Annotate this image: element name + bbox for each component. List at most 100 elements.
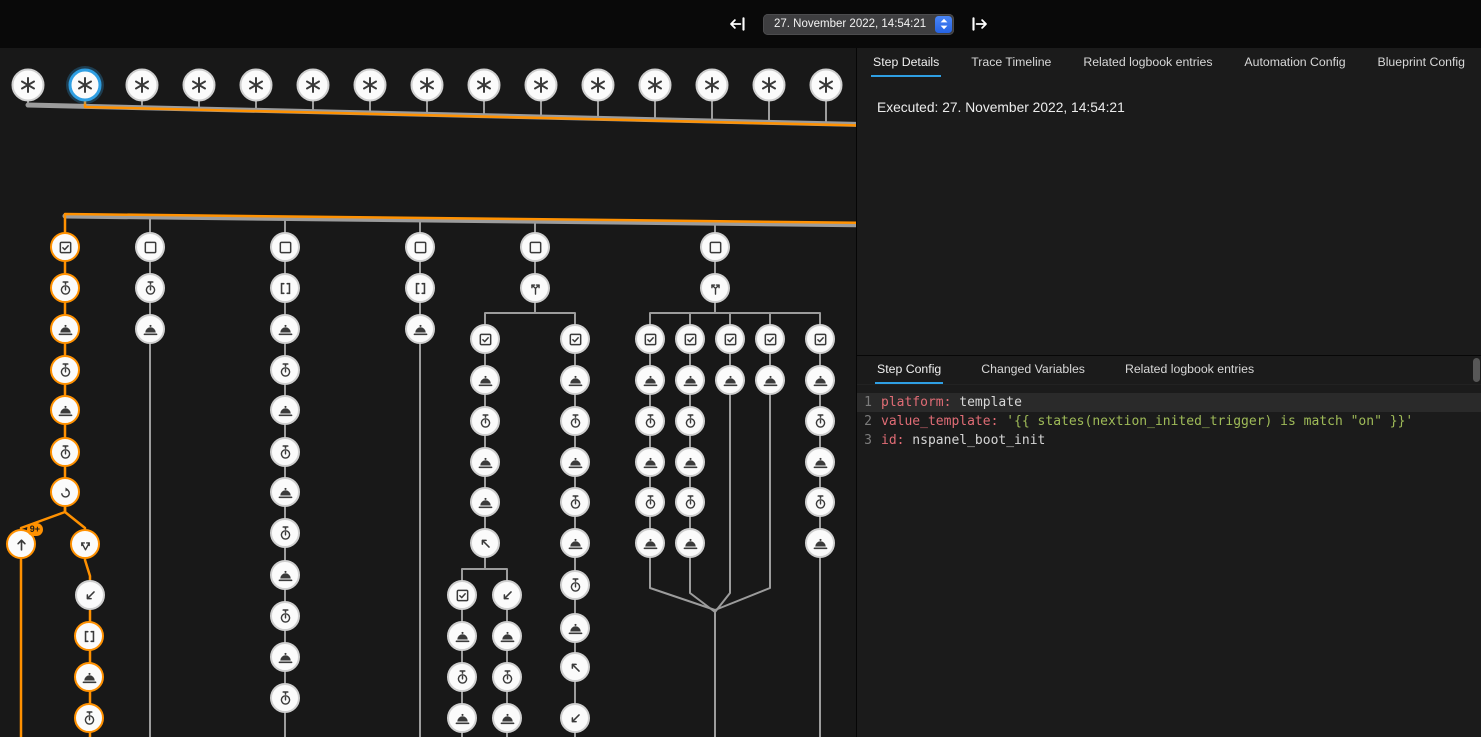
node-service[interactable]	[135, 314, 165, 344]
node-service[interactable]	[675, 447, 705, 477]
node-service[interactable]	[675, 528, 705, 558]
node-service[interactable]	[50, 314, 80, 344]
node-asterisk[interactable]	[297, 69, 330, 102]
node-service[interactable]	[270, 642, 300, 672]
node-repeat[interactable]	[50, 477, 80, 507]
node-timer[interactable]	[560, 570, 590, 600]
node-timer[interactable]	[270, 518, 300, 548]
node-timer[interactable]	[805, 406, 835, 436]
next-trace-button[interactable]	[967, 12, 991, 36]
node-asterisk[interactable]	[753, 69, 786, 102]
node-asterisk[interactable]	[411, 69, 444, 102]
node-asterisk[interactable]	[12, 69, 45, 102]
scrollbar-thumb[interactable]	[1473, 358, 1480, 382]
node-timer[interactable]	[635, 487, 665, 517]
node-asterisk[interactable]	[696, 69, 729, 102]
node-arrow-up-left[interactable]	[470, 528, 500, 558]
node-service[interactable]	[560, 528, 590, 558]
node-asterisk[interactable]	[183, 69, 216, 102]
node-service[interactable]	[470, 365, 500, 395]
node-service[interactable]	[715, 365, 745, 395]
node-asterisk[interactable]	[810, 69, 843, 102]
node-service[interactable]	[74, 662, 104, 692]
node-brackets[interactable]	[405, 273, 435, 303]
tab-changed-variables[interactable]: Changed Variables	[979, 356, 1087, 384]
node-timer[interactable]	[50, 273, 80, 303]
node-timer[interactable]	[635, 406, 665, 436]
node-service[interactable]	[50, 395, 80, 425]
node-asterisk[interactable]	[69, 69, 102, 102]
node-timer[interactable]	[270, 683, 300, 713]
node-arrow-up[interactable]: 9+	[6, 529, 36, 559]
node-service[interactable]	[560, 447, 590, 477]
node-service[interactable]	[805, 365, 835, 395]
trace-date-select[interactable]: 27. November 2022, 14:54:21	[763, 14, 954, 35]
node-service[interactable]	[635, 365, 665, 395]
tab-trace-timeline[interactable]: Trace Timeline	[969, 48, 1053, 77]
node-service[interactable]	[805, 447, 835, 477]
node-timer[interactable]	[675, 406, 705, 436]
node-asterisk[interactable]	[468, 69, 501, 102]
node-timer[interactable]	[270, 437, 300, 467]
node-timer[interactable]	[270, 601, 300, 631]
previous-trace-button[interactable]	[726, 12, 750, 36]
node-service[interactable]	[270, 314, 300, 344]
node-checkbox[interactable]	[715, 324, 745, 354]
node-asterisk[interactable]	[525, 69, 558, 102]
node-checkbox[interactable]	[675, 324, 705, 354]
node-timer[interactable]	[492, 662, 522, 692]
node-checkbox[interactable]	[470, 324, 500, 354]
node-service[interactable]	[675, 365, 705, 395]
node-checkbox[interactable]	[755, 324, 785, 354]
node-brackets[interactable]	[74, 621, 104, 651]
node-service[interactable]	[270, 560, 300, 590]
node-arrow-down-left[interactable]	[75, 580, 105, 610]
node-timer[interactable]	[560, 406, 590, 436]
node-timer[interactable]	[135, 273, 165, 303]
node-service[interactable]	[447, 621, 477, 651]
tab-step-details[interactable]: Step Details	[871, 48, 941, 77]
node-checkbox[interactable]	[805, 324, 835, 354]
node-service[interactable]	[805, 528, 835, 558]
tab-related-logbook-entries[interactable]: Related logbook entries	[1081, 48, 1214, 77]
node-brackets[interactable]	[270, 273, 300, 303]
node-asterisk[interactable]	[582, 69, 615, 102]
node-asterisk[interactable]	[354, 69, 387, 102]
node-square[interactable]	[135, 232, 165, 262]
node-service[interactable]	[755, 365, 785, 395]
node-timer[interactable]	[270, 355, 300, 385]
node-timer[interactable]	[675, 487, 705, 517]
node-service[interactable]	[635, 528, 665, 558]
node-checkbox[interactable]	[447, 580, 477, 610]
node-service[interactable]	[447, 703, 477, 733]
node-checkbox[interactable]	[635, 324, 665, 354]
node-choose[interactable]	[700, 273, 730, 303]
node-service[interactable]	[560, 365, 590, 395]
node-asterisk[interactable]	[639, 69, 672, 102]
node-asterisk[interactable]	[240, 69, 273, 102]
node-branch[interactable]	[70, 529, 100, 559]
node-timer[interactable]	[447, 662, 477, 692]
node-square[interactable]	[405, 232, 435, 262]
node-checkbox[interactable]	[50, 232, 80, 262]
node-timer[interactable]	[560, 487, 590, 517]
node-service[interactable]	[270, 477, 300, 507]
node-service[interactable]	[492, 621, 522, 651]
tab-step-config[interactable]: Step Config	[875, 356, 943, 384]
tab-blueprint-config[interactable]: Blueprint Config	[1376, 48, 1468, 77]
node-timer[interactable]	[470, 406, 500, 436]
tab-related-logbook-entries[interactable]: Related logbook entries	[1123, 356, 1256, 384]
node-square[interactable]	[520, 232, 550, 262]
tab-automation-config[interactable]: Automation Config	[1242, 48, 1347, 77]
node-timer[interactable]	[50, 355, 80, 385]
node-service[interactable]	[560, 613, 590, 643]
code-editor[interactable]: 1platform: template2value_template: '{{ …	[857, 393, 1481, 450]
node-arrow-down-left[interactable]	[560, 703, 590, 733]
node-service[interactable]	[635, 447, 665, 477]
node-timer[interactable]	[74, 703, 104, 733]
node-service[interactable]	[470, 487, 500, 517]
node-square[interactable]	[270, 232, 300, 262]
node-checkbox[interactable]	[560, 324, 590, 354]
node-arrow-up-left[interactable]	[560, 652, 590, 682]
node-service[interactable]	[270, 395, 300, 425]
